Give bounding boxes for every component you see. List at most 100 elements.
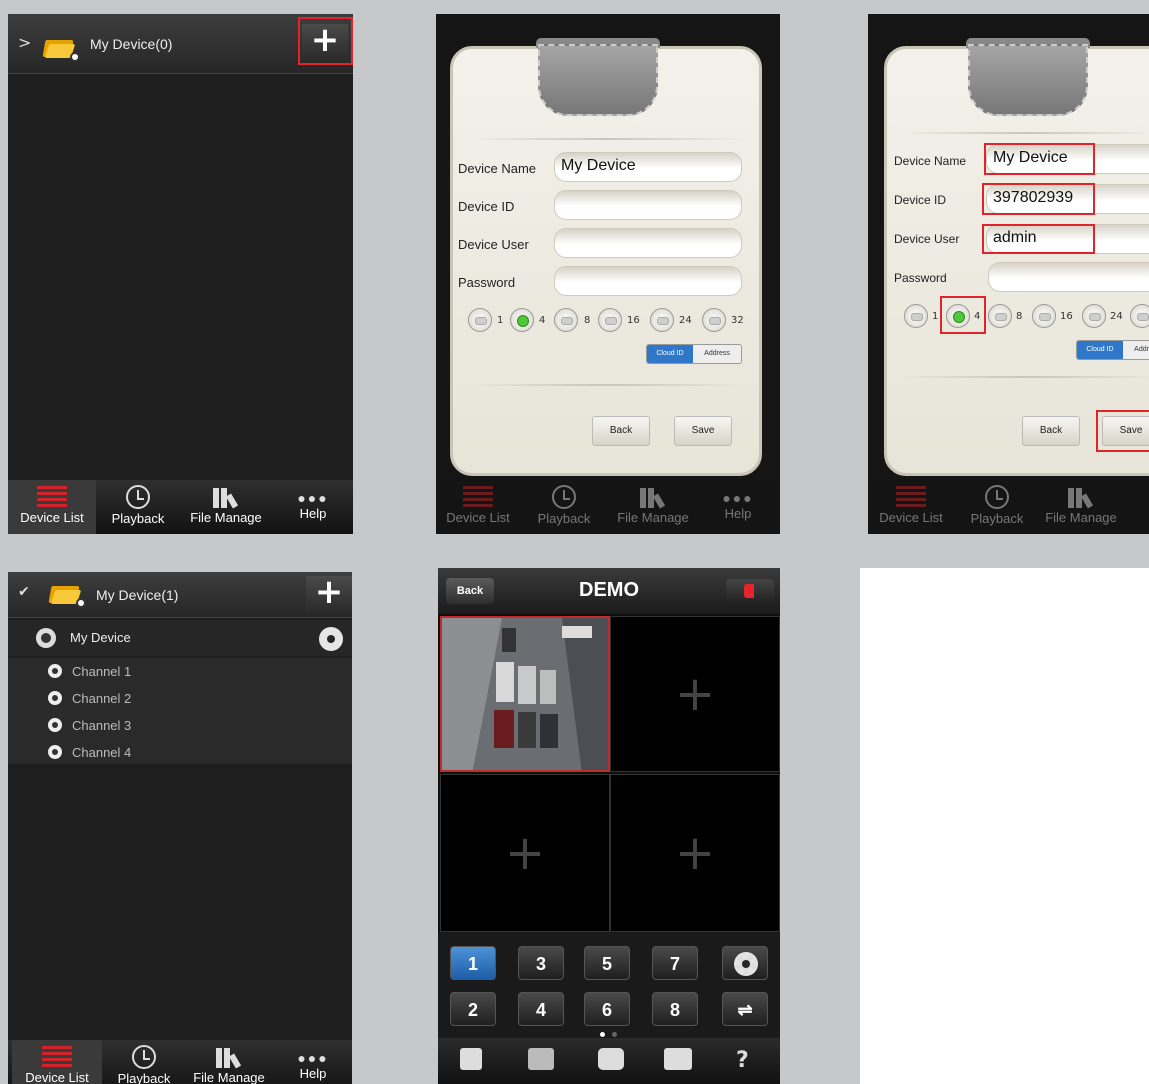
- tab-playback[interactable]: Playback: [522, 480, 606, 534]
- channel-radio-4[interactable]: [510, 308, 534, 332]
- device-group-title: My Device(0): [90, 36, 173, 52]
- channel-row[interactable]: Channel 1: [8, 658, 352, 684]
- device-name: My Device: [70, 630, 131, 645]
- channel-radio-16[interactable]: [1032, 304, 1056, 328]
- channel-button-8[interactable]: 8: [652, 992, 698, 1026]
- add-device-button[interactable]: +: [306, 575, 352, 612]
- channel-icon: [48, 718, 62, 732]
- speaker-icon: [744, 584, 754, 598]
- settings-button[interactable]: [722, 946, 768, 980]
- password-input[interactable]: [988, 262, 1149, 292]
- record-video-icon[interactable]: [664, 1048, 692, 1070]
- channel-list: Channel 1 Channel 2 Channel 3 Channel 4: [8, 658, 352, 764]
- tab-playback[interactable]: Playback: [956, 480, 1038, 534]
- mode-address[interactable]: Address: [1123, 341, 1149, 359]
- tab-playback[interactable]: Playback: [104, 1040, 184, 1084]
- device-settings-gear-icon[interactable]: [321, 629, 341, 649]
- channel-radio-32[interactable]: [1130, 304, 1149, 328]
- channel-row[interactable]: Channel 2: [8, 685, 352, 711]
- video-cell-3[interactable]: +: [440, 774, 610, 932]
- device-list-icon: [896, 486, 926, 508]
- channel-radio-8[interactable]: [554, 308, 578, 332]
- tab-help[interactable]: ●●● Help: [274, 480, 352, 534]
- tab-device-list[interactable]: Device List: [12, 1040, 102, 1084]
- tab-help[interactable]: ●●● Help: [276, 1040, 350, 1084]
- channel-button-4[interactable]: 4: [518, 992, 564, 1026]
- tab-device-list[interactable]: Device List: [436, 480, 520, 534]
- more-dots-icon: ●●●: [297, 1050, 329, 1066]
- device-row[interactable]: My Device: [8, 620, 352, 656]
- device-name-input[interactable]: My Device: [554, 152, 742, 182]
- separator: [466, 138, 746, 140]
- channel-label: 1: [932, 311, 939, 322]
- highlight-id: [982, 183, 1095, 215]
- back-button[interactable]: Back: [592, 416, 650, 446]
- stop-icon[interactable]: [460, 1048, 482, 1070]
- connection-mode-toggle[interactable]: Cloud IDAddress: [646, 344, 742, 364]
- channel-button-6[interactable]: 6: [584, 992, 630, 1026]
- channel-button-7[interactable]: 7: [652, 946, 698, 980]
- channel-button-5[interactable]: 5: [584, 946, 630, 980]
- bottom-tab-bar: Device List Playback File Manage: [868, 480, 1149, 534]
- channel-label: 8: [1016, 311, 1023, 322]
- folder-icon: [42, 40, 80, 62]
- device-user-label: Device User: [458, 237, 529, 252]
- channel-label: Channel 4: [72, 745, 132, 760]
- mode-cloud-id[interactable]: Cloud ID: [1077, 341, 1123, 359]
- more-dots-icon: ●●●: [722, 490, 754, 506]
- channel-radio-1[interactable]: [904, 304, 928, 328]
- channel-radio-24[interactable]: [650, 308, 674, 332]
- channel-label: 8: [584, 315, 591, 326]
- device-group-header[interactable]: ✔ My Device(1): [8, 572, 352, 618]
- switch-stream-button[interactable]: ⇌: [722, 992, 768, 1026]
- tab-file-manage[interactable]: File Manage: [606, 480, 700, 534]
- video-cell-2[interactable]: +: [610, 616, 780, 772]
- tab-file-manage[interactable]: File Manage: [180, 480, 272, 534]
- channel-label: 4: [539, 315, 546, 326]
- help-button[interactable]: ?: [736, 1048, 749, 1073]
- channel-radio-8[interactable]: [988, 304, 1012, 328]
- device-id-input[interactable]: [554, 190, 742, 220]
- password-input[interactable]: [554, 266, 742, 296]
- channel-label: 24: [1110, 311, 1123, 322]
- close-all-icon[interactable]: [528, 1048, 554, 1070]
- channel-button-2[interactable]: 2: [450, 992, 496, 1026]
- channel-radio-32[interactable]: [702, 308, 726, 332]
- device-user-input[interactable]: [554, 228, 742, 258]
- tab-device-list[interactable]: Device List: [8, 480, 96, 534]
- video-cell-1[interactable]: [440, 616, 610, 772]
- connection-mode-toggle[interactable]: Cloud IDAddress: [1076, 340, 1149, 360]
- mode-cloud-id[interactable]: Cloud ID: [647, 345, 693, 363]
- mode-address[interactable]: Address: [693, 345, 741, 363]
- live-view-header: Back DEMO: [438, 568, 780, 614]
- channel-button-1[interactable]: 1: [450, 946, 496, 980]
- camera-feed-image: [442, 618, 608, 770]
- tab-help[interactable]: ●●● Help: [700, 480, 776, 534]
- back-button[interactable]: Back: [1022, 416, 1080, 446]
- highlight-save: [1096, 410, 1149, 452]
- save-button[interactable]: Save: [674, 416, 732, 446]
- switch-arrows-icon: ⇌: [737, 1000, 753, 1020]
- tab-device-list[interactable]: Device List: [868, 480, 954, 534]
- tab-playback[interactable]: Playback: [98, 480, 178, 534]
- blank-area: [860, 568, 1149, 1084]
- tab-file-manage[interactable]: File Manage: [1038, 480, 1124, 534]
- channel-label: 32: [731, 315, 744, 326]
- device-list-screen-empty: > My Device(0) + Device List Playback Fi…: [8, 14, 353, 534]
- device-list-icon: [42, 1046, 72, 1068]
- channel-row[interactable]: Channel 4: [8, 739, 352, 765]
- channel-radio-24[interactable]: [1082, 304, 1106, 328]
- snapshot-camera-icon[interactable]: [598, 1048, 624, 1070]
- video-cell-4[interactable]: +: [610, 774, 780, 932]
- bottom-tab-bar: Device List Playback File Manage ●●● Help: [436, 480, 780, 534]
- channel-radio-1[interactable]: [468, 308, 492, 332]
- speaker-button[interactable]: [726, 579, 774, 603]
- channel-radio-16[interactable]: [598, 308, 622, 332]
- clock-icon: [132, 1045, 156, 1069]
- channel-button-3[interactable]: 3: [518, 946, 564, 980]
- live-view-screen: Back DEMO + + + 1 3 5 7 2 4 6 8 ⇌ ?: [438, 568, 780, 1084]
- clock-icon: [985, 485, 1009, 509]
- tab-file-manage[interactable]: File Manage: [184, 1040, 274, 1084]
- channel-row[interactable]: Channel 3: [8, 712, 352, 738]
- channel-label: 16: [627, 315, 640, 326]
